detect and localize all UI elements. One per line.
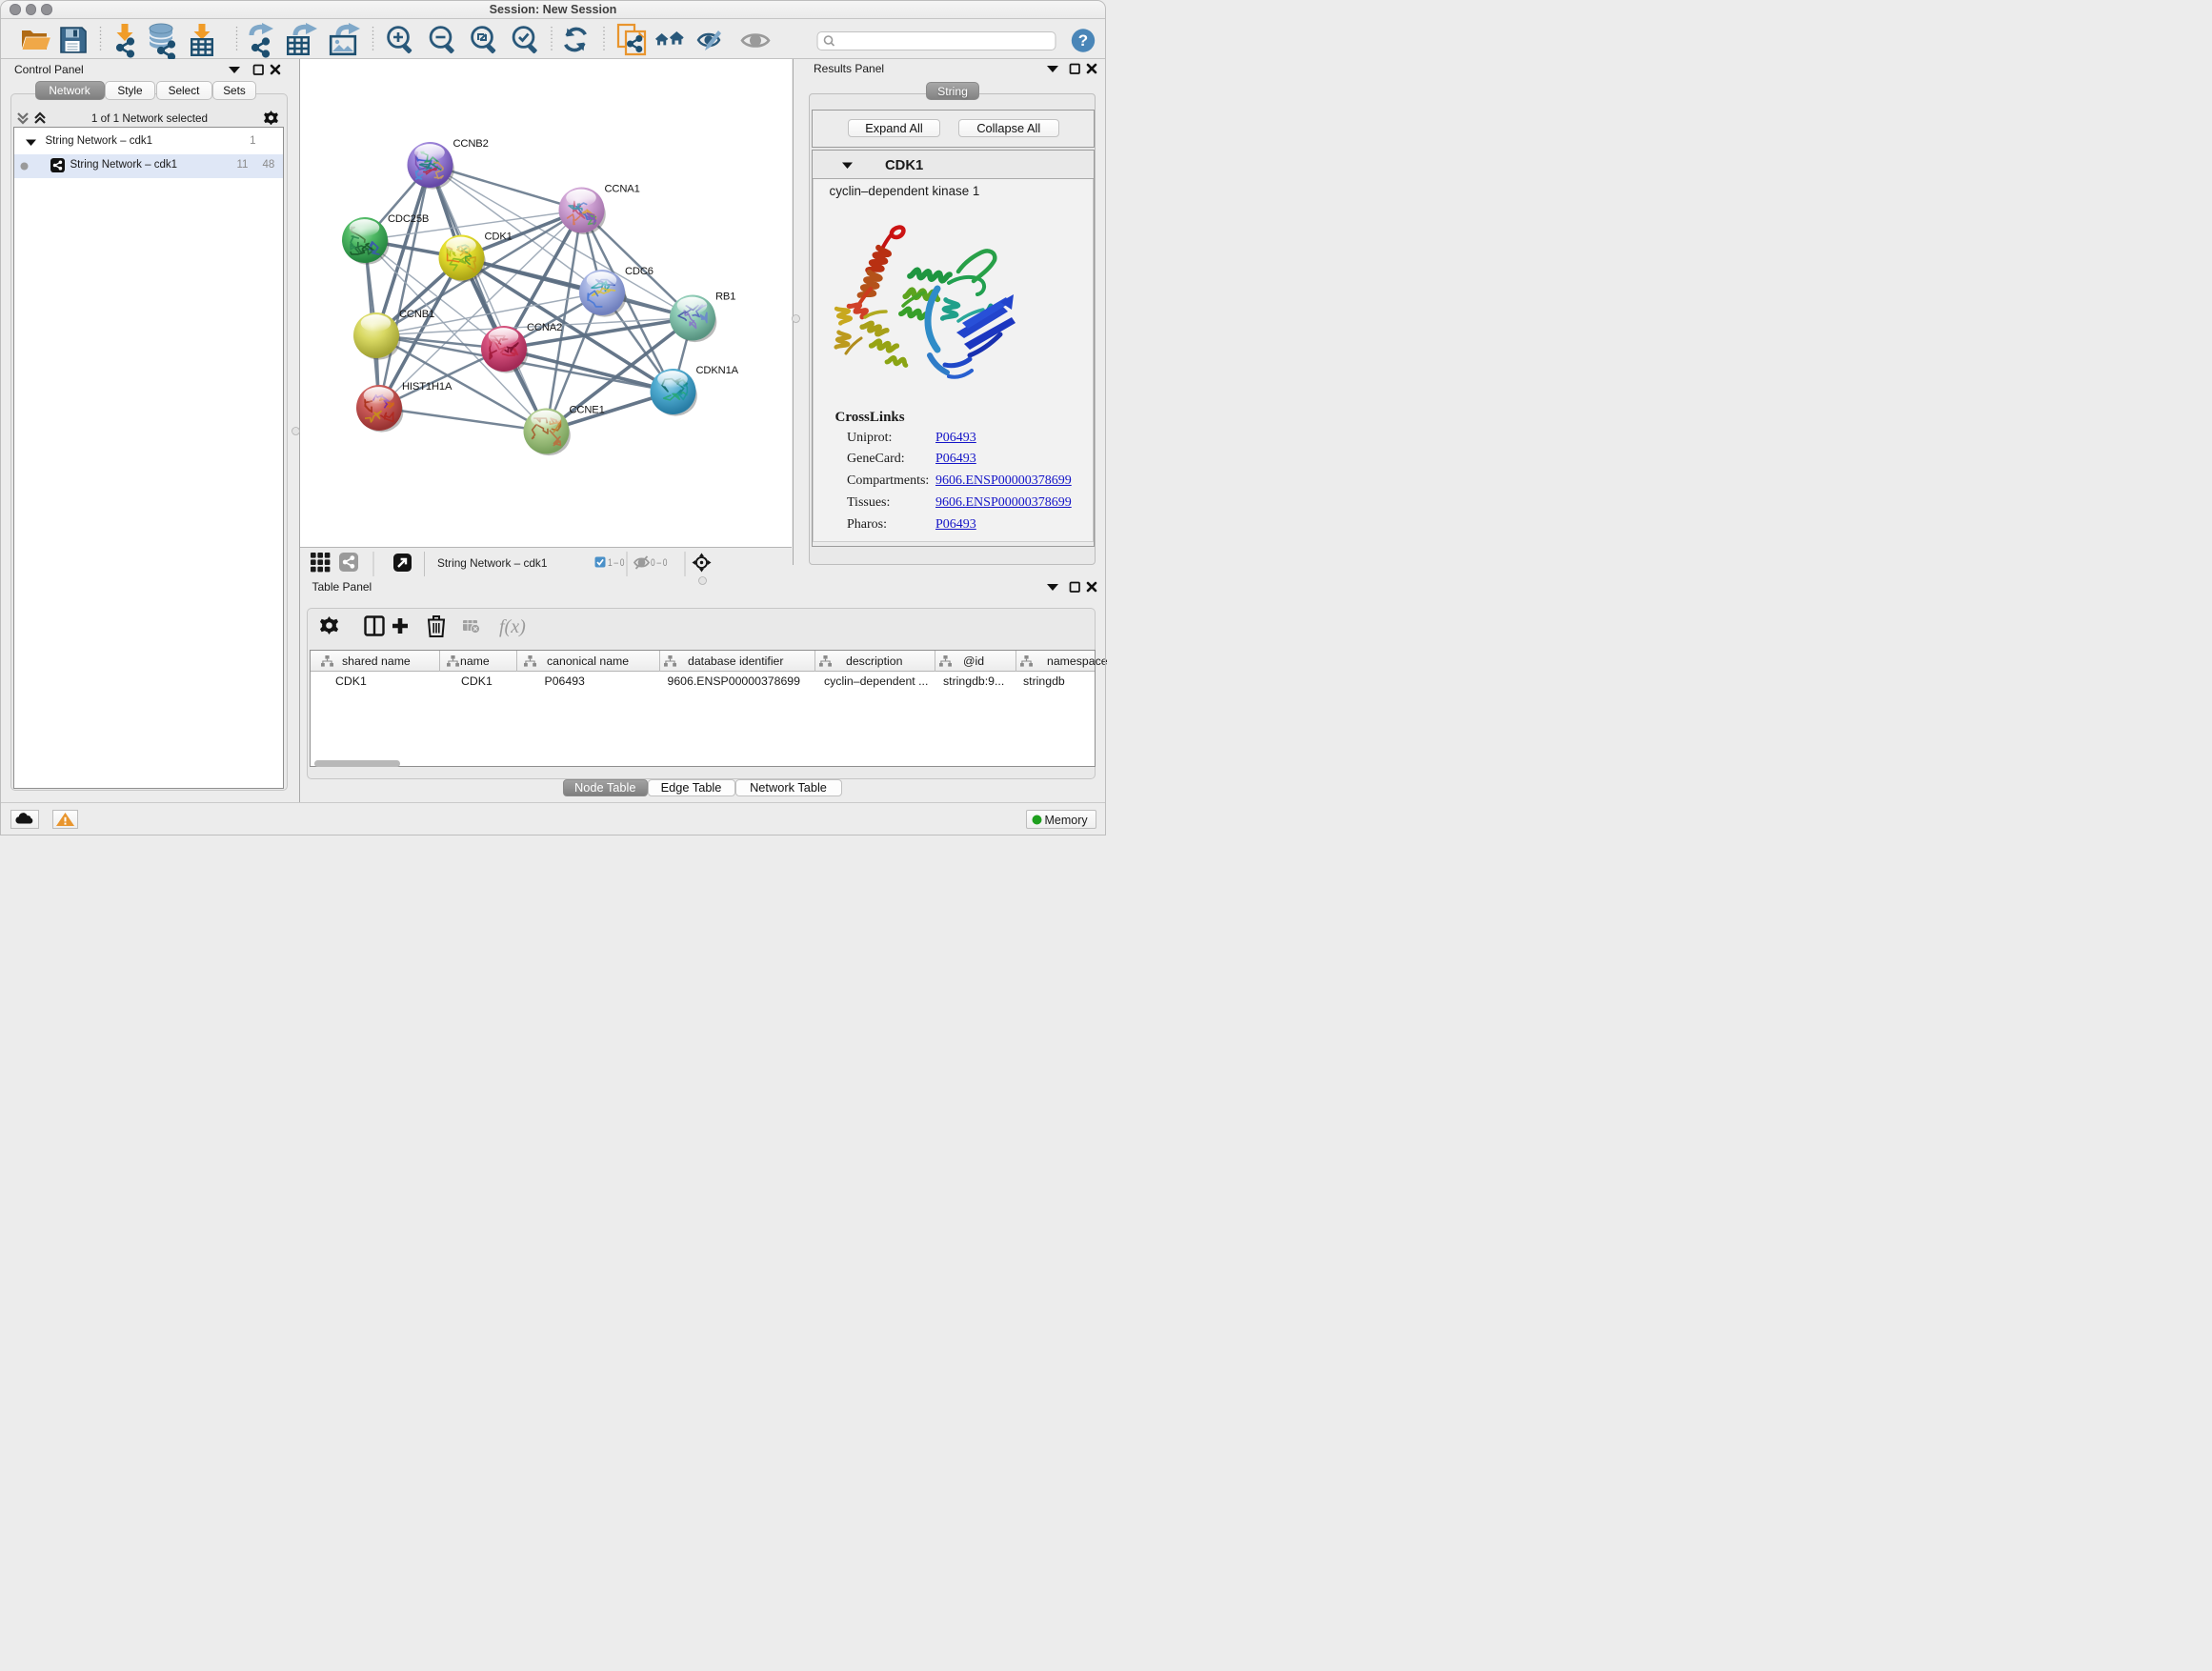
svg-text:CCNA1: CCNA1 bbox=[605, 184, 640, 195]
svg-text:?: ? bbox=[1078, 31, 1088, 50]
svg-text:CCNE1: CCNE1 bbox=[570, 405, 605, 416]
svg-text:String Network – cdk1: String Network – cdk1 bbox=[437, 556, 547, 570]
svg-text:1 – 0: 1 – 0 bbox=[608, 557, 625, 569]
svg-text:CDK1: CDK1 bbox=[485, 232, 513, 243]
svg-text:CDKN1A: CDKN1A bbox=[696, 365, 739, 376]
svg-text:CDC6: CDC6 bbox=[625, 266, 654, 277]
svg-text:0 – 0: 0 – 0 bbox=[651, 557, 668, 569]
svg-text:f(x): f(x) bbox=[499, 616, 526, 637]
svg-text:CCNB2: CCNB2 bbox=[453, 138, 489, 150]
svg-text:CCNB1: CCNB1 bbox=[399, 309, 434, 320]
svg-text:CCNA2: CCNA2 bbox=[527, 322, 562, 333]
svg-text:CDC25B: CDC25B bbox=[388, 213, 429, 225]
svg-text:HIST1H1A: HIST1H1A bbox=[402, 381, 452, 393]
svg-text:RB1: RB1 bbox=[715, 292, 735, 303]
